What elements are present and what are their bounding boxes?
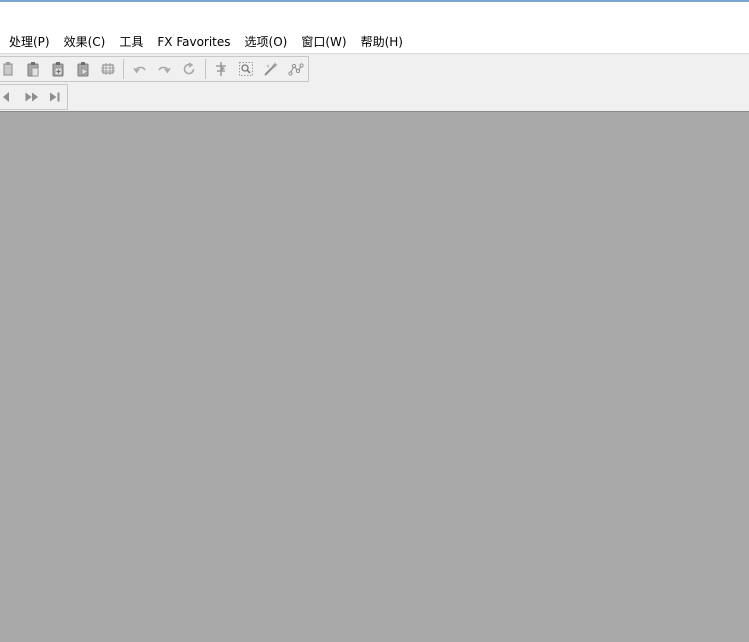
envelope-button[interactable] <box>284 58 308 80</box>
toolbar-separator <box>204 59 206 79</box>
rewind-icon <box>2 92 9 102</box>
redo-button[interactable] <box>152 58 176 80</box>
skip-to-end-button[interactable] <box>44 86 67 108</box>
toolbar-area <box>0 53 749 112</box>
repeat-icon <box>183 62 195 75</box>
paste-to-new-button[interactable] <box>46 58 70 80</box>
copy-icon <box>3 62 13 76</box>
menu-options[interactable]: 选项(O) <box>238 31 295 53</box>
transport-toolbar <box>0 84 68 110</box>
fast-forward-button[interactable] <box>20 86 43 108</box>
crop-icon <box>100 63 115 75</box>
edit-toolbar <box>0 56 309 82</box>
toolbar-separator <box>123 59 125 79</box>
repeat-command-button[interactable] <box>177 58 201 80</box>
zoom-button[interactable] <box>234 58 258 80</box>
menu-window[interactable]: 窗口(W) <box>294 31 353 53</box>
menu-fx-favorites[interactable]: FX Favorites <box>150 31 237 53</box>
paste-new-icon <box>52 62 64 77</box>
menu-help[interactable]: 帮助(H) <box>354 31 410 53</box>
skip-to-end-icon <box>50 92 60 102</box>
menu-bar: 处理(P) 效果(C) 工具 FX Favorites 选项(O) 窗口(W) … <box>0 31 749 53</box>
zoom-icon <box>238 62 253 76</box>
undo-icon <box>132 66 146 74</box>
crop-button[interactable] <box>96 58 120 80</box>
workspace-area <box>0 111 749 642</box>
app-window: 处理(P) 效果(C) 工具 FX Favorites 选项(O) 窗口(W) … <box>0 0 749 642</box>
mix-paste-button[interactable] <box>71 58 95 80</box>
marker-button[interactable] <box>209 58 233 80</box>
paste-mix-icon <box>77 62 89 77</box>
title-bar <box>0 2 749 31</box>
magic-wand-button[interactable] <box>259 58 283 80</box>
paste-icon <box>27 62 39 77</box>
paste-button[interactable] <box>21 58 45 80</box>
rewind-button[interactable] <box>0 86 19 108</box>
fast-forward-icon <box>25 92 38 102</box>
menu-tools[interactable]: 工具 <box>112 31 150 53</box>
envelope-icon <box>287 63 304 76</box>
menu-effects[interactable]: 效果(C) <box>57 31 113 53</box>
magic-wand-icon <box>263 62 278 76</box>
menu-process[interactable]: 处理(P) <box>0 31 57 53</box>
marker-icon <box>216 62 227 76</box>
undo-button[interactable] <box>128 58 152 80</box>
redo-icon <box>158 66 172 74</box>
copy-button[interactable] <box>0 58 20 80</box>
